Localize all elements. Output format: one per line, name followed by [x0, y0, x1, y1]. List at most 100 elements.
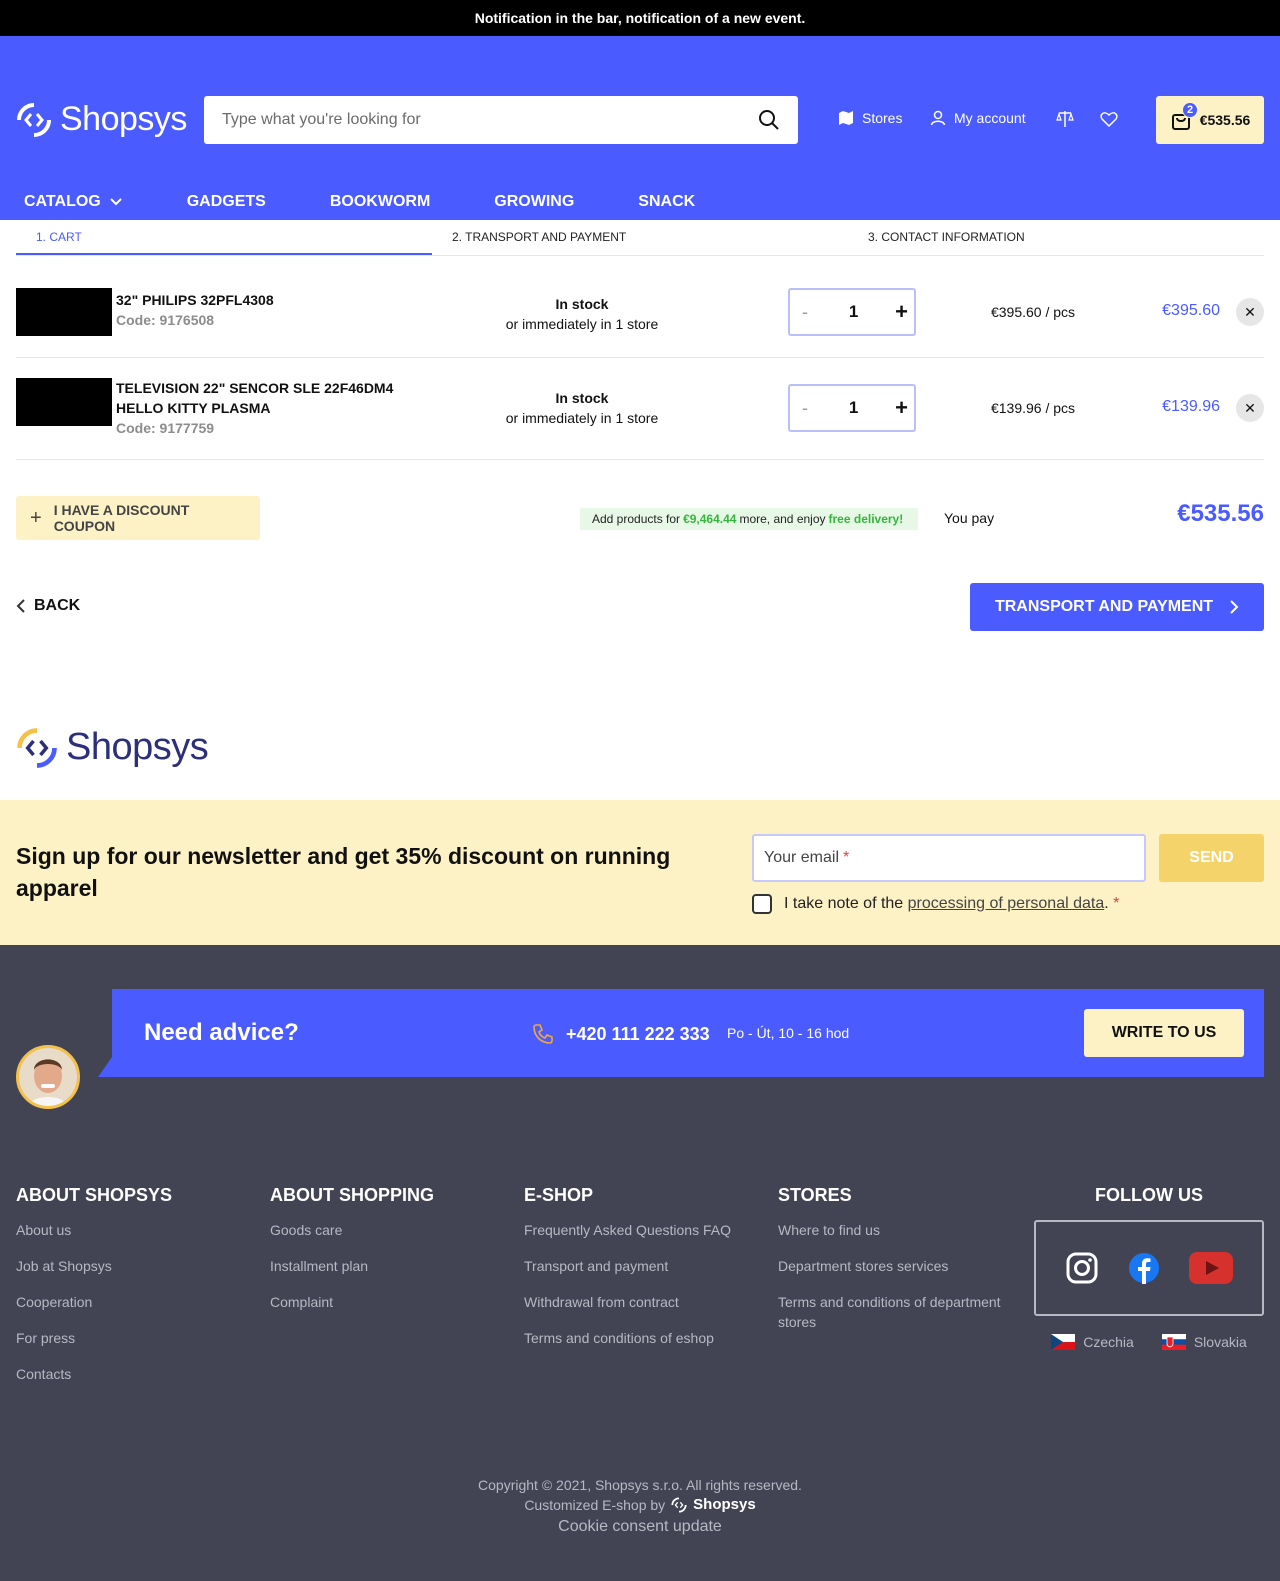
personal-data-link[interactable]: processing of personal data [908, 895, 1105, 912]
you-pay-total: €535.56 [1177, 500, 1264, 527]
quantity-value[interactable]: 1 [849, 398, 858, 418]
search-icon[interactable] [758, 109, 780, 131]
increase-button[interactable]: + [895, 299, 908, 325]
nav-item-growing[interactable]: GROWING [494, 193, 574, 211]
logo[interactable]: Shopsys [16, 100, 187, 139]
unit-price: €395.60 / pcs [990, 304, 1076, 320]
social-links [1034, 1220, 1264, 1316]
stock-info: In stock or immediately in 1 store [472, 388, 692, 428]
footer-column-about-shopping: ABOUT SHOPPING Goods care Installment pl… [270, 1185, 434, 1328]
footer-link[interactable]: Frequently Asked Questions FAQ [524, 1220, 731, 1240]
footer-logo[interactable]: Shopsys [16, 726, 209, 769]
footer-column-title: E-SHOP [524, 1185, 594, 1205]
youtube-icon[interactable] [1189, 1252, 1234, 1284]
footer: Need advice? +420 111 222 333 Po - Út, 1… [0, 945, 1280, 1581]
cookie-consent-link[interactable]: Cookie consent update [0, 1517, 1280, 1537]
email-field[interactable]: Your email * [752, 834, 1146, 882]
search-input[interactable] [222, 111, 758, 129]
product-image[interactable] [16, 378, 112, 426]
footer-link[interactable]: About us [16, 1220, 172, 1240]
footer-column-title: STORES [778, 1185, 852, 1205]
footer-link[interactable]: Transport and payment [524, 1256, 731, 1276]
decrease-button[interactable]: - [798, 302, 812, 323]
product-name[interactable]: 32" PHILIPS 32PFL4308 Code: 9176508 [116, 290, 274, 330]
discount-coupon-button[interactable]: + I HAVE A DISCOUNT COUPON [16, 496, 260, 540]
follow-title: FOLLOW US [1095, 1185, 1203, 1205]
nav-item-snack[interactable]: SNACK [638, 193, 695, 211]
advice-panel: Need advice? +420 111 222 333 Po - Út, 1… [112, 989, 1264, 1077]
footer-link[interactable]: Terms and conditions of department store… [778, 1292, 1018, 1332]
step-cart[interactable]: 1. CART [16, 222, 432, 255]
account-label: My account [954, 110, 1026, 126]
step-transport[interactable]: 2. TRANSPORT AND PAYMENT [432, 222, 848, 255]
newsletter-title: Sign up for our newsletter and get 35% d… [16, 843, 671, 901]
decrease-button[interactable]: - [798, 398, 812, 419]
czech-flag-icon [1051, 1334, 1076, 1350]
instagram-icon[interactable] [1065, 1251, 1099, 1285]
nav-item-bookworm[interactable]: BOOKWORM [330, 193, 430, 211]
send-button[interactable]: SEND [1159, 834, 1264, 882]
footer-link[interactable]: Withdrawal from contract [524, 1292, 731, 1312]
cart-total: €535.56 [1199, 112, 1251, 128]
cart-button[interactable]: 2 €535.56 [1156, 96, 1264, 144]
write-to-us-button[interactable]: WRITE TO US [1084, 1009, 1244, 1057]
footer-link[interactable]: Terms and conditions of eshop [524, 1328, 731, 1348]
step-contact[interactable]: 3. CONTACT INFORMATION [848, 222, 1264, 255]
footer-link[interactable]: Installment plan [270, 1256, 434, 1276]
consent-text: I take note of the [784, 895, 904, 912]
increase-button[interactable]: + [895, 395, 908, 421]
remove-button[interactable]: ✕ [1236, 298, 1264, 326]
language-switcher: Czechia Slovakia [1034, 1334, 1264, 1350]
footer-link[interactable]: Department stores services [778, 1256, 1018, 1276]
footer-column-stores: STORES Where to find us Department store… [778, 1185, 1018, 1348]
user-icon [930, 110, 946, 126]
footer-link[interactable]: Cooperation [16, 1292, 172, 1312]
footer-link[interactable]: Contacts [16, 1364, 172, 1384]
nav-item-gadgets[interactable]: GADGETS [187, 193, 266, 211]
footer-link[interactable]: Where to find us [778, 1220, 1018, 1240]
product-name[interactable]: TELEVISION 22" SENCOR SLE 22F46DM4 HELLO… [116, 378, 393, 438]
remove-button[interactable]: ✕ [1236, 394, 1264, 422]
plus-icon: + [30, 506, 42, 529]
footer-column-title: ABOUT SHOPPING [270, 1185, 435, 1205]
footer-column-about-shopsys: ABOUT SHOPSYS About us Job at Shopsys Co… [16, 1185, 172, 1400]
stores-link[interactable]: Stores [838, 110, 902, 126]
person-avatar-icon [19, 1048, 77, 1106]
footer-link[interactable]: For press [16, 1328, 172, 1348]
compare-icon[interactable] [1056, 110, 1074, 128]
stock-sub: or immediately in 1 store [505, 410, 659, 426]
speech-tail [98, 1057, 112, 1077]
email-placeholder: Your email [764, 849, 840, 866]
search-box[interactable] [204, 96, 798, 144]
quantity-stepper[interactable]: - 1 + [788, 288, 916, 336]
back-button[interactable]: BACK [16, 597, 80, 615]
cart-count-badge: 2 [1182, 102, 1198, 118]
nav-item-catalog[interactable]: CATALOG [24, 193, 123, 211]
footer-logo-text: Shopsys [66, 726, 209, 768]
advice-title: Need advice? [144, 1019, 299, 1046]
facebook-icon[interactable] [1128, 1252, 1160, 1284]
transport-and-payment-button[interactable]: TRANSPORT AND PAYMENT [970, 583, 1264, 631]
product-image[interactable] [16, 288, 112, 336]
phone-link[interactable]: +420 111 222 333 [532, 1023, 710, 1045]
consent-checkbox[interactable] [752, 894, 772, 914]
quantity-value[interactable]: 1 [849, 302, 858, 322]
shopsys-logo-icon [17, 727, 57, 768]
newsletter: Sign up for our newsletter and get 35% d… [0, 800, 1280, 945]
lang-czechia[interactable]: Czechia [1051, 1334, 1134, 1350]
brand-name[interactable]: Shopsys [693, 1495, 756, 1515]
header: Shopsys Stores My account 2 €535.56 CATA… [0, 36, 1280, 220]
unit-price: €139.96 / pcs [990, 400, 1076, 416]
lang-slovakia[interactable]: Slovakia [1161, 1334, 1247, 1350]
footer-link[interactable]: Job at Shopsys [16, 1256, 172, 1276]
product-name-line: 32" PHILIPS 32PFL4308 [116, 292, 274, 308]
heart-icon[interactable] [1100, 110, 1118, 128]
footer-link[interactable]: Goods care [270, 1220, 434, 1240]
free-text: Add products for [592, 512, 681, 526]
account-link[interactable]: My account [930, 110, 1026, 126]
required-mark: * [843, 849, 850, 866]
quantity-stepper[interactable]: - 1 + [788, 384, 916, 432]
customized-by: Customized E-shop by Shopsys [524, 1495, 755, 1515]
footer-link[interactable]: Complaint [270, 1292, 434, 1312]
stock-info: In stock or immediately in 1 store [472, 294, 692, 334]
